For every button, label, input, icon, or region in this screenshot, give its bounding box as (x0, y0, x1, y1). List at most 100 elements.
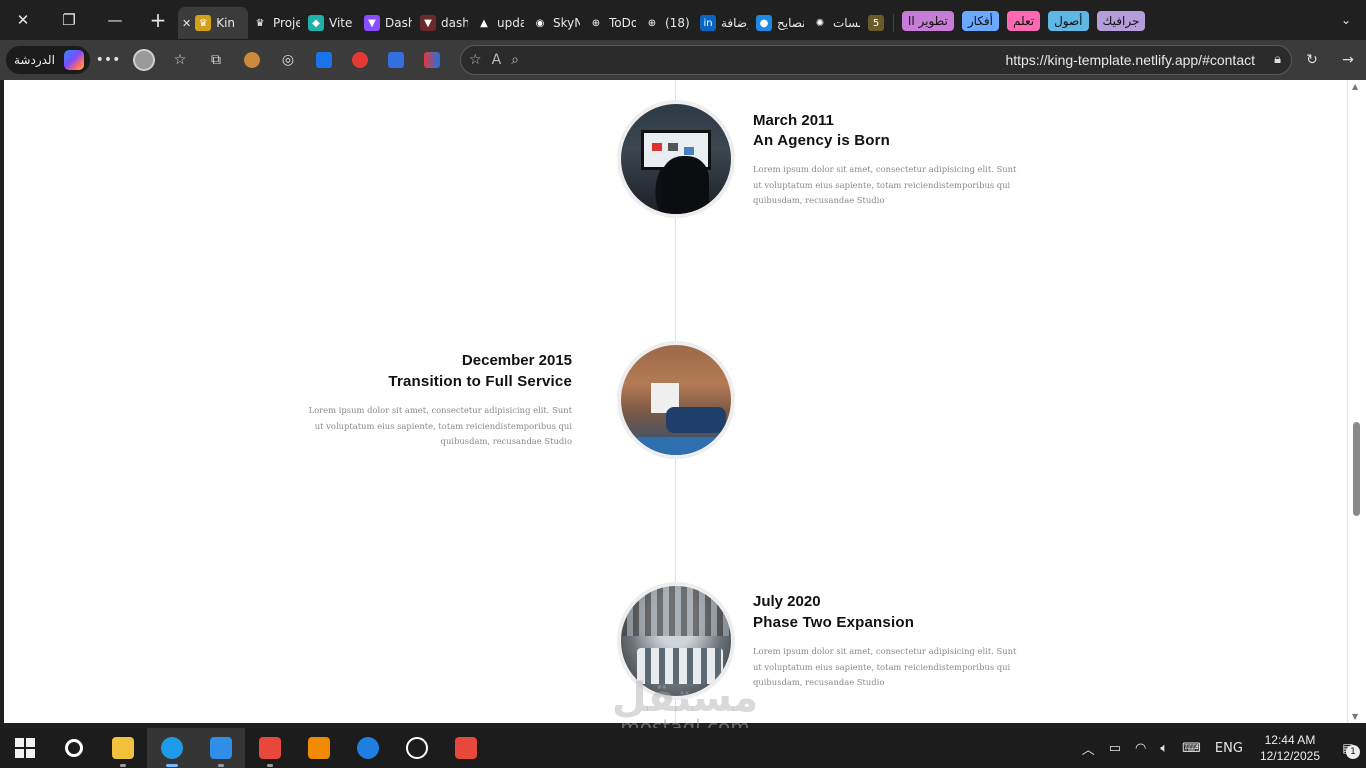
extension-tag-icon[interactable] (306, 44, 342, 76)
scrollbar-thumb[interactable] (1353, 422, 1360, 516)
browser-tab[interactable]: ⊕ (18) نـ (640, 7, 696, 39)
copilot-button[interactable]: الدردشة (6, 46, 90, 74)
system-tray: ︿ ▭ ◠ 🔈︎ ⌨ ENG 12:44 AM 12/12/2025 ▤ 1 (1075, 728, 1366, 768)
browser-tab[interactable]: ⊕ ToDo A (584, 7, 640, 39)
browser-tab[interactable]: ◉ SkyNo (528, 7, 584, 39)
url-text[interactable]: https://king-template.netlify.app/#conta… (1005, 52, 1255, 68)
show-hidden-icons-chevron-icon[interactable]: ︿ (1082, 739, 1095, 758)
taskbar-app-git[interactable] (441, 728, 490, 768)
browser-tab[interactable]: ♛ Project (248, 7, 304, 39)
forward-arrow-icon[interactable]: → (1330, 44, 1366, 76)
bookmark-chip[interactable]: تعلم (1006, 11, 1041, 31)
tab-label: إضافة (721, 16, 748, 30)
extension-q-icon[interactable] (378, 44, 414, 76)
tab-label: (18) نـ (665, 16, 692, 30)
taskbar-app-bluetooth[interactable] (343, 728, 392, 768)
extension-hand-icon[interactable] (342, 44, 378, 76)
taskbar-app-vlc[interactable] (294, 728, 343, 768)
browser-tab[interactable]: ● نصايح (752, 7, 808, 39)
timeline-date-2: December 2015 (461, 352, 572, 369)
browser-tab[interactable]: ▼ Dashbo (360, 7, 416, 39)
tab-favicon-icon: ▲ (476, 15, 492, 31)
new-tab-button[interactable]: + (138, 0, 178, 40)
start-button[interactable] (0, 728, 49, 768)
bookmark-chip[interactable]: أصول (1048, 11, 1089, 31)
minimize-window-button[interactable]: — (92, 0, 138, 40)
scroll-up-arrow-icon[interactable]: ▲ (1352, 82, 1358, 91)
taskbar-app-search[interactable] (49, 728, 98, 768)
file-explorer-icon (111, 737, 134, 759)
browser-tab[interactable]: ▼ dashbo (416, 7, 472, 39)
language-indicator[interactable]: ENG (1215, 741, 1243, 756)
timeline-title-3: Phase Two Expansion (753, 614, 915, 631)
extension-target-icon[interactable]: ◎ (270, 44, 306, 76)
tab-favicon-icon: ♛ (252, 15, 268, 31)
notifications-button[interactable]: ▤ 1 (1330, 741, 1366, 759)
refresh-icon[interactable]: ↻ (1294, 44, 1330, 76)
page-scrollbar[interactable]: ▲ ▼ (1347, 80, 1366, 723)
timeline-photo-1 (617, 100, 735, 218)
close-window-button[interactable]: ✕ (0, 0, 46, 40)
close-tab-icon[interactable]: ✕ (182, 17, 191, 30)
edge-icon (160, 737, 183, 759)
browser-tab[interactable]: ◆ Vite + (304, 7, 360, 39)
browser-tab[interactable]: ✺ خمسات (808, 7, 864, 39)
taskbar-app-chatgpt[interactable] (392, 728, 441, 768)
volume-icon[interactable]: 🔈︎ (1160, 741, 1168, 756)
bookmark-chip[interactable]: تطوير اا (902, 11, 954, 31)
tab-favicon-icon: ♛ (195, 15, 212, 31)
more-menu-icon[interactable]: ••• (90, 44, 126, 76)
lock-icon[interactable]: 🔒︎ (1274, 52, 1281, 67)
running-indicator (218, 764, 224, 767)
browser-tab[interactable]: 5 (864, 7, 893, 39)
zoom-search-icon[interactable]: ⌕ (511, 52, 519, 68)
read-aloud-icon[interactable]: A (492, 52, 502, 68)
restore-window-button[interactable]: ❐ (46, 0, 92, 40)
clock[interactable]: 12:44 AM 12/12/2025 (1260, 732, 1320, 764)
running-indicator (120, 764, 126, 767)
battery-icon[interactable]: ▭ (1109, 741, 1121, 756)
tab-favicon-icon: ▼ (420, 15, 436, 31)
taskbar-app-calendar-app[interactable] (245, 728, 294, 768)
favorites-star-icon[interactable]: ☆ (162, 44, 198, 76)
taskbar-app-file-explorer[interactable] (98, 728, 147, 768)
tab-actions-chevron-icon[interactable]: ⌄ (1326, 0, 1366, 40)
git-icon (454, 737, 477, 759)
tab-label: update (497, 16, 524, 30)
copilot-label: الدردشة (14, 53, 55, 67)
running-indicator (267, 764, 273, 767)
extensions-puzzle-icon[interactable]: ⧉ (198, 44, 234, 76)
timeline-date-3: July 2020 (753, 593, 821, 610)
add-favorite-star-icon[interactable]: ☆ (469, 52, 482, 68)
scroll-down-arrow-icon[interactable]: ▼ (1352, 712, 1358, 721)
calendar-app-icon (258, 737, 281, 759)
address-bar[interactable]: ☆ A ⌕ https://king-template.netlify.app/… (460, 45, 1292, 75)
extension-m-icon[interactable] (414, 44, 450, 76)
tab-label: Vite + (329, 16, 356, 30)
extension-owl-icon[interactable] (234, 44, 270, 76)
clock-time: 12:44 AM (1264, 733, 1316, 747)
tab-favicon-icon: ✺ (812, 15, 828, 31)
bookmark-chips: تطوير اا أفكار تعلم أصول جرافيك (893, 8, 1146, 32)
timeline-title-1: An Agency is Born (753, 132, 891, 149)
tab-favicon-icon: ▼ (364, 15, 380, 31)
taskbar-app-vscode[interactable] (196, 728, 245, 768)
running-indicator (166, 764, 178, 767)
tab-favicon-icon: ◉ (532, 15, 548, 31)
taskbar-app-edge[interactable] (147, 728, 196, 768)
taskbar: ︿ ▭ ◠ 🔈︎ ⌨ ENG 12:44 AM 12/12/2025 ▤ 1 (0, 728, 1366, 768)
taskbar-apps (49, 728, 490, 768)
browser-tab[interactable]: ▲ update (472, 7, 528, 39)
timeline-date-1: March 2011 (753, 112, 834, 129)
tab-favicon-icon: ● (756, 15, 772, 31)
bookmark-chip[interactable]: أفكار (961, 11, 999, 31)
bookmark-chip[interactable]: جرافيك (1096, 11, 1146, 31)
profile-button[interactable] (126, 44, 162, 76)
tab-favicon-icon: ⊕ (644, 15, 660, 31)
browser-tab[interactable]: ✕ ♛ Kin (178, 7, 248, 39)
browser-tab[interactable]: in إضافة (696, 7, 752, 39)
vscode-icon (209, 737, 232, 759)
windows-logo-icon (14, 738, 35, 758)
wifi-icon[interactable]: ◠ (1135, 741, 1146, 756)
keyboard-icon[interactable]: ⌨ (1182, 741, 1201, 756)
